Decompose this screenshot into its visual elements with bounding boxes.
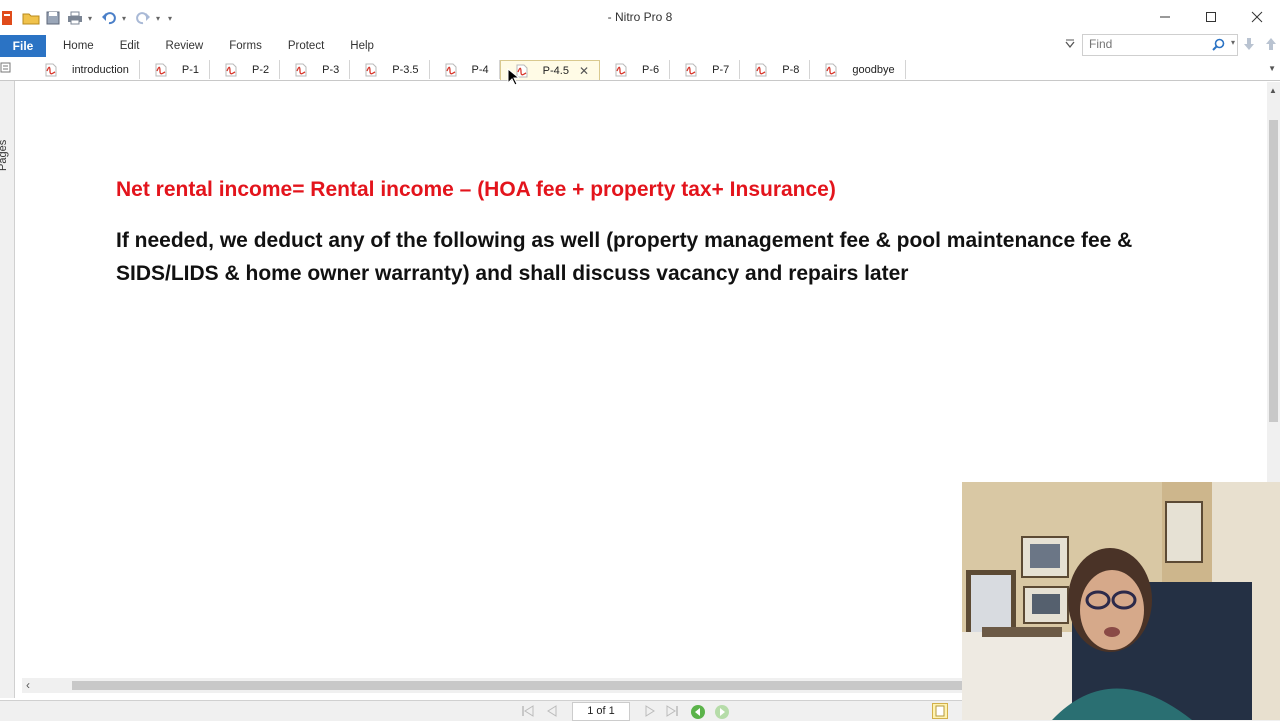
doc-tab-label: introduction xyxy=(72,63,129,76)
find-options-icon[interactable]: ▾ xyxy=(1231,38,1235,47)
tab-protect[interactable]: Protect xyxy=(275,35,337,57)
save-icon[interactable] xyxy=(44,9,62,27)
window-title: - Nitro Pro 8 xyxy=(607,10,673,24)
search-icon[interactable] xyxy=(1212,38,1225,54)
pdf-file-icon xyxy=(225,63,237,76)
minimize-icon[interactable] xyxy=(1142,0,1188,34)
pdf-file-icon xyxy=(365,63,377,76)
doc-tab-label: P-3.5 xyxy=(392,63,419,76)
document-tabs: introduction P-1 P-2 P-3 P-3.5 P-4 P-4.5… xyxy=(30,60,906,80)
scroll-up-icon[interactable]: ▲ xyxy=(1269,86,1277,95)
pdf-file-icon xyxy=(445,63,457,76)
next-page-icon[interactable] xyxy=(642,704,658,718)
doc-tab-label: P-7 xyxy=(712,63,730,76)
ribbon-tabs: Home Edit Review Forms Protect Help xyxy=(50,35,387,57)
close-icon[interactable] xyxy=(1234,0,1280,34)
undo-icon[interactable] xyxy=(100,9,118,27)
tabs-overflow-icon[interactable]: ▼ xyxy=(1268,64,1276,73)
customize-icon[interactable]: ▾ xyxy=(168,14,176,23)
presenter-webcam-overlay xyxy=(962,482,1280,720)
tab-home[interactable]: Home xyxy=(50,35,107,57)
mouse-cursor-icon xyxy=(507,68,519,86)
tab-forms[interactable]: Forms xyxy=(216,35,275,57)
file-tab[interactable]: File xyxy=(0,35,46,57)
ribbon-collapse-icon[interactable] xyxy=(1064,39,1078,53)
redo-icon[interactable] xyxy=(134,9,152,27)
pdf-file-icon xyxy=(45,63,57,76)
open-folder-icon[interactable] xyxy=(22,9,40,27)
doc-tab-label: P-4.5 xyxy=(542,64,569,77)
first-page-icon[interactable] xyxy=(520,704,536,718)
tab-review[interactable]: Review xyxy=(153,35,217,57)
pages-pane-label[interactable]: Pages xyxy=(0,140,9,171)
doc-tab-p-4[interactable]: P-4 xyxy=(430,60,500,79)
doc-tab-p-6[interactable]: P-6 xyxy=(600,60,671,79)
find-field[interactable]: ▾ xyxy=(1082,34,1238,56)
tab-help[interactable]: Help xyxy=(337,35,387,57)
vertical-scroll-thumb[interactable] xyxy=(1269,120,1278,422)
pdf-file-icon xyxy=(685,63,697,76)
formula-heading: Net rental income= Rental income – (HOA … xyxy=(116,178,836,201)
find-input[interactable] xyxy=(1083,35,1207,53)
doc-tab-label: P-6 xyxy=(642,63,660,76)
scroll-left-icon[interactable]: ‹ xyxy=(26,678,30,692)
last-page-icon[interactable] xyxy=(664,704,680,718)
pdf-file-icon xyxy=(615,63,627,76)
forward-view-icon[interactable] xyxy=(714,704,730,719)
quick-access-toolbar: ▾ ▾ ▾ ▾ xyxy=(0,8,176,28)
doc-tab-p-7[interactable]: P-7 xyxy=(670,60,741,79)
find-next-icon[interactable] xyxy=(1242,38,1256,53)
doc-tab-label: P-2 xyxy=(252,63,270,76)
tab-edit[interactable]: Edit xyxy=(107,35,153,57)
print-dropdown-icon[interactable]: ▾ xyxy=(88,14,96,23)
back-view-icon[interactable] xyxy=(690,704,706,719)
doc-tab-goodbye[interactable]: goodbye xyxy=(810,60,906,79)
doc-tab-label: P-3 xyxy=(322,63,340,76)
doc-tab-p-3[interactable]: P-3 xyxy=(280,60,351,79)
title-bar: ▾ ▾ ▾ ▾ - Nitro Pro 8 xyxy=(0,0,1280,35)
doc-tab-p-1[interactable]: P-1 xyxy=(140,60,210,79)
pdf-file-icon xyxy=(825,63,837,76)
pdf-file-icon xyxy=(155,63,167,76)
doc-tab-label: P-1 xyxy=(181,63,199,76)
close-tab-icon[interactable]: ✕ xyxy=(579,64,589,78)
doc-tab-p-2[interactable]: P-2 xyxy=(210,60,281,79)
undo-dropdown-icon[interactable]: ▾ xyxy=(122,14,130,23)
pages-pane[interactable]: Pages xyxy=(0,81,15,698)
doc-tab-introduction[interactable]: introduction xyxy=(30,60,140,79)
doc-tab-label: goodbye xyxy=(852,63,895,76)
find-previous-icon[interactable] xyxy=(1264,38,1278,53)
maximize-icon[interactable] xyxy=(1188,0,1234,34)
doc-tab-p-3-5[interactable]: P-3.5 xyxy=(350,60,430,79)
document-tabs-bar: introduction P-1 P-2 P-3 P-3.5 P-4 P-4.5… xyxy=(0,58,1280,81)
body-paragraph: If needed, we deduct any of the followin… xyxy=(116,229,1133,285)
nitro-logo-icon[interactable] xyxy=(0,9,18,27)
pdf-file-icon xyxy=(755,63,767,76)
doc-tab-p-8[interactable]: P-8 xyxy=(740,60,811,79)
pdf-file-icon xyxy=(295,63,307,76)
doc-tab-label: P-4 xyxy=(471,63,489,76)
single-page-view-icon[interactable] xyxy=(932,703,948,719)
redo-dropdown-icon[interactable]: ▾ xyxy=(156,14,164,23)
doc-tab-label: P-8 xyxy=(782,63,800,76)
print-icon[interactable] xyxy=(66,9,84,27)
sidebar-toggle-icon[interactable] xyxy=(0,58,14,80)
window-controls xyxy=(1142,0,1280,34)
page-indicator[interactable]: 1 of 1 xyxy=(572,702,630,721)
previous-page-icon[interactable] xyxy=(544,704,560,718)
